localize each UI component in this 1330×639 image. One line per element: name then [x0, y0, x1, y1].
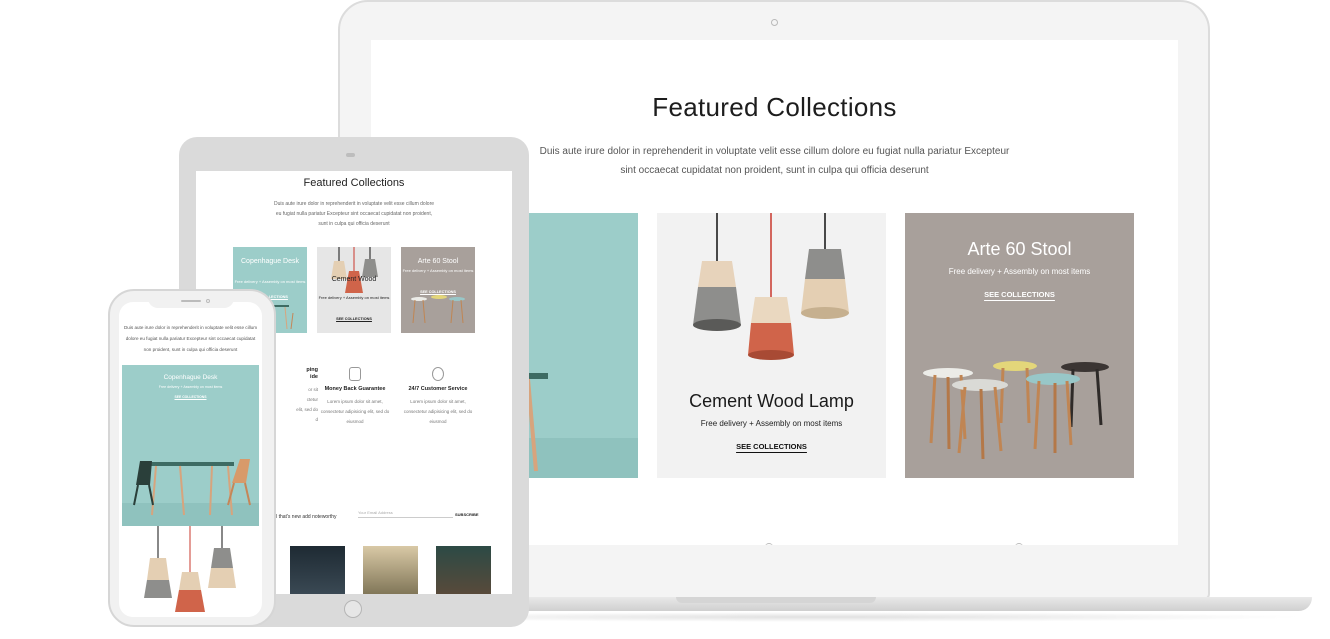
- feature-money-back: Money Back Guarantee Lorem ipsum dolor s…: [320, 367, 390, 427]
- phone-screen: Featured Collections Duis aute irure dol…: [119, 302, 262, 617]
- collection-card-stool[interactable]: Arte 60 Stool Free delivery + Assembly o…: [401, 247, 475, 333]
- blog-thumbnail[interactable]: [436, 546, 491, 594]
- feature-icon: [765, 543, 773, 545]
- money-back-icon: [349, 367, 361, 381]
- section-description: Duis aute irure dolor in reprehenderit i…: [123, 325, 258, 352]
- feature-icon: [1015, 543, 1023, 545]
- blog-thumbnail[interactable]: [290, 546, 345, 594]
- email-field[interactable]: Your Email Address: [358, 510, 453, 518]
- desk-image: [122, 459, 259, 526]
- section-title: Featured Collections: [652, 92, 897, 122]
- feature-description: Lorem ipsum dolor sit amet, consectetur …: [320, 399, 390, 424]
- phone-speaker: [181, 300, 201, 302]
- feature-title: Money Back Guarantee: [324, 386, 386, 392]
- phone-camera: [206, 299, 210, 303]
- laptop-opening-notch: [676, 597, 876, 603]
- collection-card-stool[interactable]: Arte 60 Stool Free delivery + Assembly o…: [905, 213, 1134, 478]
- lamps-image: [693, 213, 849, 360]
- section-description: Duis aute irure dolor in reprehenderit i…: [273, 201, 435, 227]
- see-collections-link[interactable]: SEE COLLECTIONS: [657, 442, 886, 451]
- collection-card-lamp[interactable]: Cement Wood Free delivery + Assembly on …: [317, 247, 391, 333]
- description-line: Duis aute irure dolor in reprehenderit i…: [539, 146, 1010, 157]
- feature-title: 24/7 Customer Service: [408, 386, 468, 392]
- collection-card-lamp[interactable]: Cement Wood Lamp Free delivery + Assembl…: [657, 213, 886, 478]
- section-description: Duis aute irure dolor in reprehenderit i…: [521, 142, 1028, 180]
- blog-thumbnail[interactable]: [363, 546, 418, 594]
- card-subtitle: Free delivery + Assembly on most items: [700, 419, 843, 428]
- card-title: Cement Wood: [331, 276, 377, 283]
- feature-customer-service: 24/7 Customer Service Lorem ipsum dolor …: [403, 367, 473, 427]
- laptop-camera: [771, 19, 778, 26]
- feature-description: Lorem ipsum dolor sit amet, consectetur …: [403, 399, 473, 424]
- see-collections-link[interactable]: SEE COLLECTIONS: [317, 317, 391, 321]
- collection-card-desk[interactable]: Copenhague Desk Free delivery + Assembly…: [122, 365, 259, 526]
- card-title: Cement Wood Lamp: [689, 391, 854, 411]
- card-subtitle: Free delivery + Assembly on most items: [318, 295, 390, 300]
- support-icon: [432, 367, 444, 381]
- newsletter-text: ll that's new add noteworthy: [275, 514, 337, 520]
- section-title: Featured Collections: [303, 177, 405, 189]
- stools-image: [411, 295, 465, 324]
- subscribe-button[interactable]: SUBSCRIBE: [455, 512, 479, 517]
- tablet-camera: [346, 153, 355, 157]
- tablet-home-button: [344, 600, 362, 618]
- lamps-image: [122, 526, 259, 617]
- description-line: sint occaecat cupidatat non proident, su…: [620, 165, 929, 176]
- phone-notch: [148, 296, 234, 308]
- stools-image: [923, 361, 1109, 460]
